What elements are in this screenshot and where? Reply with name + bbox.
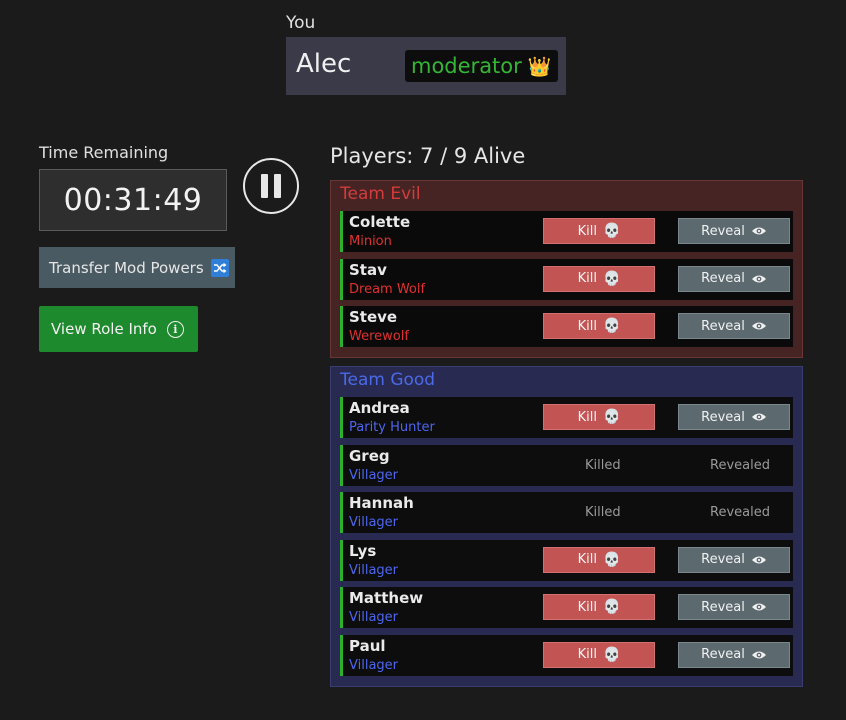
reveal-button[interactable]: Reveal [678,404,790,430]
eye-icon [751,413,766,421]
team-good-panel: Team Good Andrea Parity Hunter Kill 💀 Reveal… [330,366,803,687]
player-row: Stav Dream Wolf Kill 💀 Reveal [340,258,793,300]
reveal-label: Reveal [701,599,745,615]
shuffle-icon [210,258,229,277]
revealed-status: Revealed [710,505,770,520]
reveal-button[interactable]: Reveal [678,641,790,668]
player-name: Lys [349,541,377,560]
player-row: Andrea Parity Hunter Kill 💀 Reveal [340,397,793,438]
kill-label: Kill [577,409,597,425]
pause-icon [261,174,268,198]
player-role: Villager [349,515,399,530]
moderator-badge: moderator 👑 [405,50,559,82]
team-good-title: Team Good [340,370,436,390]
transfer-mod-powers-label: Transfer Mod Powers [49,258,204,277]
view-role-info-label: View Role Info [51,320,157,338]
player-role: Villager [349,610,399,625]
player-role: Villager [349,467,399,483]
skull-icon: 💀 [602,599,621,615]
team-evil-title: Team Evil [340,184,421,204]
player-name: Paul [349,636,386,655]
player-role: Parity Hunter [349,420,435,435]
timer-display: 00:31:49 [39,169,227,231]
info-icon: i [166,320,184,338]
kill-label: Kill [577,223,597,239]
player-name: Colette [349,213,411,231]
skull-icon: 💀 [602,270,621,287]
eye-icon [751,322,766,330]
player-role: Villager [349,562,399,578]
skull-icon: 💀 [602,551,621,568]
kill-button[interactable]: Kill 💀 [543,594,655,620]
kill-button[interactable]: Kill 💀 [543,313,655,339]
reveal-label: Reveal [701,318,745,334]
skull-icon: 💀 [602,318,621,334]
reveal-button[interactable]: Reveal [678,265,790,292]
time-remaining-label: Time Remaining [39,143,169,162]
eye-icon [751,603,766,611]
skull-icon: 💀 [602,409,621,425]
player-name: Andrea [349,399,410,417]
player-role: Minion [349,234,392,249]
killed-status: Killed [585,457,621,473]
view-role-info-button[interactable]: View Role Info i [39,306,198,352]
reveal-label: Reveal [701,552,745,567]
pause-icon-bar [274,174,281,198]
kill-button[interactable]: Kill 💀 [543,265,655,292]
kill-label: Kill [577,599,597,615]
reveal-label: Reveal [701,223,745,239]
kill-button[interactable]: Kill 💀 [543,641,655,668]
player-row: Colette Minion Kill 💀 Reveal [340,211,793,252]
players-count-title: Players: 7 / 9 Alive [330,144,526,168]
skull-icon: 💀 [602,223,621,239]
player-name: Hannah [349,494,414,512]
player-name: Steve [349,308,398,326]
player-row: Matthew Villager Kill 💀 Reveal [340,587,793,628]
player-row: Greg Villager Killed Revealed [340,444,793,486]
player-name: Matthew [349,589,424,607]
you-name: Alec [296,49,352,79]
player-name: Greg [349,446,390,465]
player-row: Paul Villager Kill 💀 Reveal [340,634,793,676]
transfer-mod-powers-button[interactable]: Transfer Mod Powers [39,247,235,288]
eye-icon [751,227,766,235]
player-row: Steve Werewolf Kill 💀 Reveal [340,306,793,347]
kill-label: Kill [577,318,597,334]
kill-label: Kill [577,647,597,662]
player-role: Werewolf [349,329,409,344]
kill-label: Kill [577,271,597,286]
team-evil-panel: Team Evil Colette Minion Kill 💀 Reveal Stav Dr… [330,180,803,358]
reveal-button[interactable]: Reveal [678,218,790,244]
player-role: Villager [349,657,399,673]
reveal-button[interactable]: Reveal [678,546,790,573]
you-card: Alec moderator 👑 [286,37,566,95]
revealed-status: Revealed [710,457,770,473]
reveal-label: Reveal [701,647,745,662]
killed-status: Killed [585,505,621,520]
kill-label: Kill [577,552,597,567]
crown-icon: 👑 [527,55,552,78]
reveal-label: Reveal [701,409,745,425]
player-name: Stav [349,260,387,279]
kill-button[interactable]: Kill 💀 [543,404,655,430]
kill-button[interactable]: Kill 💀 [543,546,655,573]
eye-icon [751,651,766,658]
player-row: Hannah Villager Killed Revealed [340,492,793,533]
player-role: Dream Wolf [349,281,426,297]
reveal-button[interactable]: Reveal [678,313,790,339]
eye-icon [751,275,766,282]
moderator-badge-label: moderator [411,54,522,78]
reveal-button[interactable]: Reveal [678,594,790,620]
player-row: Lys Villager Kill 💀 Reveal [340,539,793,581]
pause-button[interactable] [243,158,299,214]
reveal-label: Reveal [701,271,745,286]
skull-icon: 💀 [602,646,621,663]
kill-button[interactable]: Kill 💀 [543,218,655,244]
eye-icon [751,556,766,563]
you-label: You [286,13,316,33]
